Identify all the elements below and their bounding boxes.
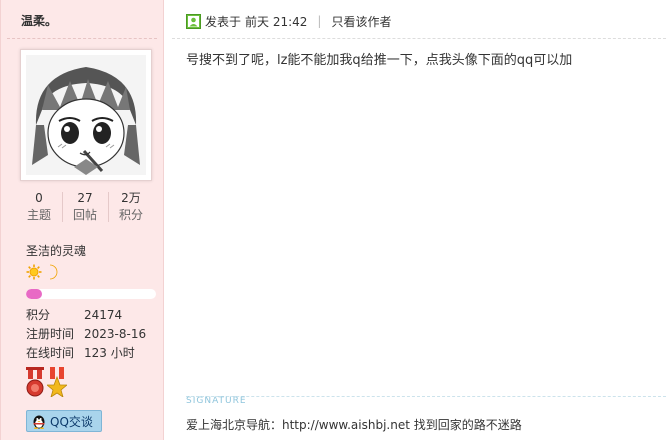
user-group[interactable]: 圣洁的灵魂 [26,242,86,259]
signature-text[interactable]: 爱上海北京导航：http://www.aishbj.net 找到回家的路不迷路 [186,416,522,433]
user-online-icon [186,13,201,29]
info-row: 在线时间 123 小时 [26,344,146,363]
info-value: 123 小时 [84,346,135,360]
divider [7,38,157,39]
info-value: 2023-8-16 [84,327,147,341]
signature-label: SIGNATURE [186,396,247,406]
user-sidebar: 温柔。 0 主题 27 回帖 2万 积分 圣洁的灵魂 积分 24174 注册时间… [0,0,164,440]
stat-replies[interactable]: 27 回帖 [62,190,108,226]
level-progress [26,289,156,299]
stat-threads[interactable]: 0 主题 [16,190,62,226]
qq-button-label: QQ交谈 [50,414,93,429]
info-row: 注册时间 2023-8-16 [26,325,146,344]
stat-value: 27 [77,191,93,205]
info-row: 积分 24174 [26,306,146,325]
qq-penguin-icon [33,415,45,429]
moon-icon [49,264,58,280]
header-separator: | [317,14,322,28]
qq-chat-button[interactable]: QQ交谈 [26,410,102,432]
user-info: 积分 24174 注册时间 2023-8-16 在线时间 123 小时 [26,306,146,363]
avatar[interactable] [20,49,152,181]
user-stats: 0 主题 27 回帖 2万 积分 [16,190,154,226]
medals [25,367,67,397]
posted-label: 发表于 [205,14,242,29]
view-author-only-link[interactable]: 只看该作者 [331,13,391,30]
post-content: 号搜不到了呢，lz能不能加我q给推一下，点我头像下面的qq可以加 [186,53,573,68]
sun-icon [26,264,42,280]
divider [172,38,666,39]
stat-value: 2万 [121,191,141,205]
avatar-image [26,55,146,175]
stat-label: 主题 [26,208,51,222]
level-icons [26,264,59,280]
info-value: 24174 [84,308,123,322]
info-key: 注册时间 [26,327,75,341]
stat-label: 回帖 [72,208,97,222]
post-header: 发表于 前天 21:42 | 只看该作者 [186,12,391,30]
info-key: 积分 [26,308,51,322]
stat-value: 0 [35,191,43,205]
medal-gold-icon[interactable] [47,367,67,397]
signature-divider [186,396,666,397]
stat-points[interactable]: 2万 积分 [108,190,154,226]
username[interactable]: 温柔。 [21,12,57,29]
stat-label: 积分 [118,208,143,222]
medal-red-icon[interactable] [25,367,45,397]
progress-fill [26,289,42,299]
post-time: 前天 21:42 [245,14,308,29]
info-key: 在线时间 [26,346,75,360]
